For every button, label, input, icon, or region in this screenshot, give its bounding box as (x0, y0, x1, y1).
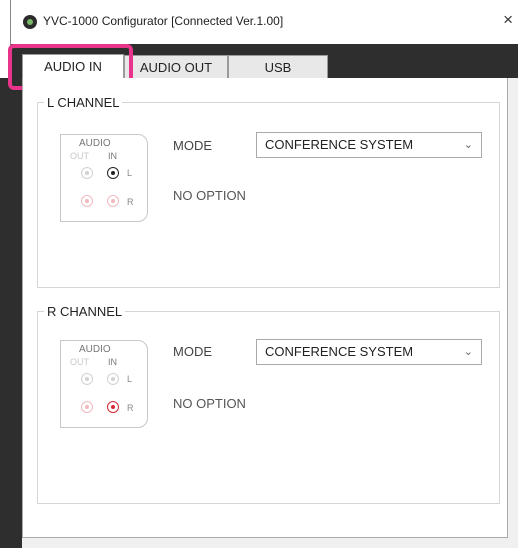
diagram-in-label: IN (108, 151, 117, 161)
mode-label: MODE (173, 138, 212, 153)
jack-in-r-icon (107, 195, 119, 207)
diagram-l-label: L (127, 374, 133, 384)
diagram-out-label: OUT (70, 357, 89, 367)
mode-select-value: CONFERENCE SYSTEM (265, 137, 414, 152)
title-bar: YVC-1000 Configurator [Connected Ver.1.0… (11, 0, 518, 44)
r-channel-jack-diagram: AUDIO OUT IN L R (60, 340, 148, 428)
app-icon (23, 15, 37, 29)
l-channel-mode-select[interactable]: CONFERENCE SYSTEM ⌄ (256, 132, 482, 158)
jack-in-r-selected-icon (107, 401, 119, 413)
group-title: L CHANNEL (44, 95, 123, 110)
tab-usb[interactable]: USB (228, 55, 328, 78)
jack-out-r-icon (81, 401, 93, 413)
chevron-down-icon: ⌄ (463, 346, 473, 358)
diagram-r-label: R (127, 403, 134, 413)
diagram-out-label: OUT (70, 151, 89, 161)
tab-audio-out[interactable]: AUDIO OUT (124, 55, 228, 78)
jack-in-l-icon (107, 373, 119, 385)
mode-label: MODE (173, 344, 212, 359)
close-icon[interactable]: × (503, 10, 513, 30)
jack-out-r-icon (81, 195, 93, 207)
jack-in-l-selected-icon (107, 167, 119, 179)
chevron-down-icon: ⌄ (463, 139, 473, 151)
diagram-in-label: IN (108, 357, 117, 367)
diagram-audio-label: AUDIO (79, 138, 111, 149)
diagram-l-label: L (127, 168, 133, 178)
r-channel-mode-select[interactable]: CONFERENCE SYSTEM ⌄ (256, 339, 482, 365)
option-text: NO OPTION (173, 396, 246, 411)
jack-out-l-icon (81, 373, 93, 385)
window-frame-left (0, 78, 22, 548)
l-channel-jack-diagram: AUDIO OUT IN L R (60, 134, 148, 222)
diagram-r-label: R (127, 197, 134, 207)
jack-out-l-icon (81, 167, 93, 179)
group-title: R CHANNEL (44, 304, 126, 319)
tab-audio-in[interactable]: AUDIO IN (22, 54, 124, 79)
window-title: YVC-1000 Configurator [Connected Ver.1.0… (43, 14, 284, 28)
mode-select-value: CONFERENCE SYSTEM (265, 344, 414, 359)
diagram-audio-label: AUDIO (79, 344, 111, 355)
option-text: NO OPTION (173, 188, 246, 203)
